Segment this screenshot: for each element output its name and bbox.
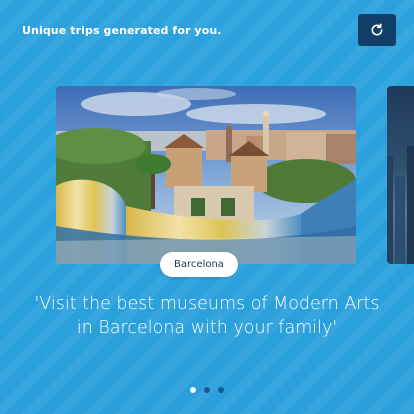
refresh-button[interactable] [358,14,396,46]
pager-dot-1[interactable] [190,387,196,393]
pager-dot-2[interactable] [204,387,210,393]
pager-dot-3[interactable] [218,387,224,393]
city-badge-label: Barcelona [174,259,224,270]
trip-quote: 'Visit the best museums of Modern Arts i… [34,294,380,338]
pager-dots [0,387,414,393]
barcelona-photo [56,86,356,264]
header-title: Unique trips generated for you. [22,24,222,37]
refresh-icon [371,23,383,36]
city-badge[interactable]: Barcelona [160,252,238,277]
trip-card-barcelona[interactable] [56,86,356,264]
city-skyline-photo [387,146,414,264]
trip-card-next[interactable] [387,86,414,264]
